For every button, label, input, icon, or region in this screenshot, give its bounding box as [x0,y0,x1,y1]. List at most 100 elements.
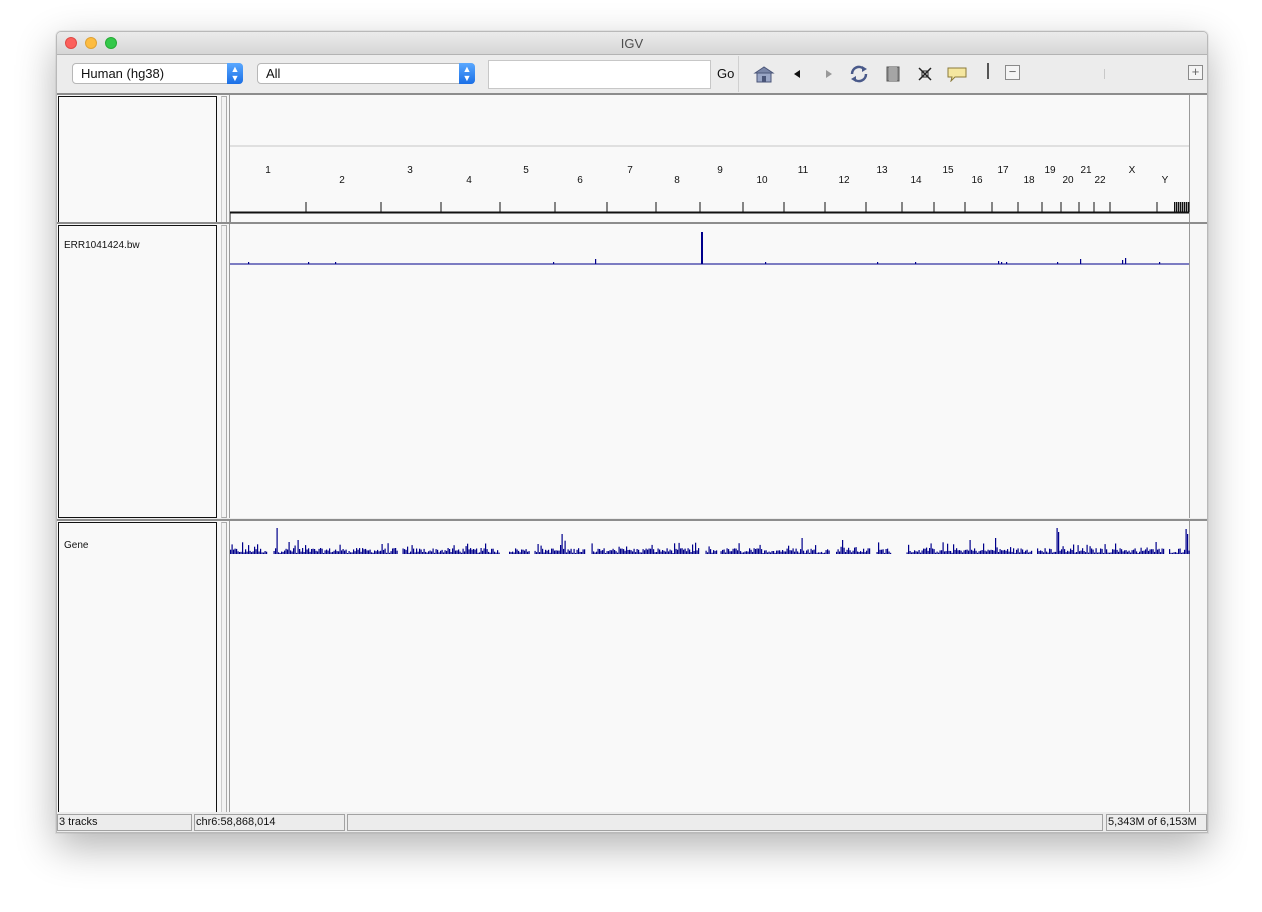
gene-density-bar [980,550,982,554]
forward-icon[interactable] [821,65,837,83]
chromosome-label-3[interactable]: 3 [407,165,413,176]
go-button[interactable]: Go [717,66,734,81]
gene-density-bar [1088,552,1090,554]
chromosome-label-22[interactable]: 22 [1094,175,1106,186]
gene-density-bar [1068,551,1070,554]
gene-density-bar [321,548,323,554]
gene-density-bar [566,552,568,554]
chromosome-label-13[interactable]: 13 [876,165,888,176]
gene-density-bar [513,552,515,554]
resize-icon[interactable] [917,65,933,83]
bigwig-track-data[interactable] [229,224,1190,518]
chromosome-label-11[interactable]: 11 [798,165,809,176]
gene-track-data[interactable] [229,521,1190,813]
gene-density-bar [1020,548,1022,554]
feature-track-panel: Gene [57,519,1207,813]
gene-density-bar [803,550,805,554]
chromosome-label-X[interactable]: X [1129,165,1136,176]
chromosome-label-7[interactable]: 7 [627,165,633,176]
chromosome-label-15[interactable]: 15 [942,165,954,176]
gene-density-bar [1118,551,1120,554]
gene-density-bar [231,544,233,554]
chromosome-label-2[interactable]: 2 [339,175,345,186]
chromosome-label-21[interactable]: 21 [1080,165,1092,176]
roi-icon[interactable] [885,65,901,83]
gene-density-bar [371,552,373,554]
gene-density-bar [323,553,325,554]
gene-density-bar [1097,552,1099,554]
gene-density-bar [677,549,679,554]
chromosome-label-Y[interactable]: Y [1162,175,1169,186]
coverage-bar [877,262,879,264]
locus-search-input[interactable] [488,60,711,89]
gene-density-bar [515,548,517,554]
chromosome-label-17[interactable]: 17 [997,165,1009,176]
gene-density-bar [1040,550,1042,554]
chromosome-label-19[interactable]: 19 [1044,165,1056,176]
track-name-box[interactable]: ERR1041424.bw [58,225,217,518]
gene-density-bar [951,552,953,554]
gene-density-bar [1134,548,1136,554]
gene-density-bar [609,550,611,554]
chromosome-label-20[interactable]: 20 [1062,175,1074,186]
gene-density-bar [941,550,943,554]
gene-density-bar [594,552,596,554]
home-icon[interactable] [752,65,776,83]
gene-density-bar [285,548,287,554]
gene-density-bar [887,548,889,554]
gene-density-bar [1148,550,1150,554]
gene-track-name-box[interactable]: Gene [58,522,217,813]
gene-density-bar [1176,552,1178,554]
toolbar-divider [738,56,739,92]
gene-density-bar [798,552,800,554]
zoom-in-icon[interactable]: + [1188,65,1203,80]
gene-density-bar [984,550,986,554]
contig-tick [1184,202,1186,212]
chromosome-label-16[interactable]: 16 [971,175,983,186]
gene-density-bar [995,538,997,554]
gene-density-bar [266,551,268,554]
status-message [347,814,1103,831]
chromosome-label-10[interactable]: 10 [756,175,768,186]
gene-density-bar [1182,552,1184,554]
chromosome-label-1[interactable]: 1 [265,165,271,176]
coverage-bar [1057,262,1059,264]
chromosome-label-12[interactable]: 12 [838,175,850,186]
gene-density-bar [632,551,634,554]
gene-density-bar [977,552,979,554]
gene-density-bar [461,552,463,554]
gene-density-bar [468,549,470,554]
chromosome-label-6[interactable]: 6 [577,175,583,186]
gene-density-bar [1187,534,1189,554]
gene-density-bar [237,551,239,554]
chromosome-label-9[interactable]: 9 [717,165,723,176]
gene-track-label: Gene [64,540,89,551]
gene-density-bar [1170,552,1172,554]
chromosome-label-8[interactable]: 8 [674,175,680,186]
gene-density-bar [777,550,779,554]
gene-density-bar [890,552,892,554]
chromosome-dropdown[interactable]: All ▲ ▼ [257,63,475,84]
gene-density-bar [1142,550,1144,554]
back-icon[interactable] [789,65,805,83]
gene-density-bar [735,548,737,554]
chromosome-ruler[interactable]: 12345678910111213141516171819202122XY [229,95,1191,223]
chromosome-label-4[interactable]: 4 [466,175,472,186]
zoom-out-icon[interactable]: − [1005,65,1020,80]
gene-density-bar [1023,552,1025,554]
chromosome-label-5[interactable]: 5 [523,165,529,176]
refresh-icon[interactable] [848,65,870,83]
gene-density-bar [281,551,283,554]
coverage-bar [1125,258,1127,264]
gene-density-bar [441,549,443,554]
gene-density-bar [552,548,554,554]
genome-dropdown[interactable]: Human (hg38) ▲ ▼ [72,63,243,84]
gene-density-bar [864,552,866,554]
chromosome-label-18[interactable]: 18 [1023,175,1035,186]
gene-density-bar [524,550,526,554]
gene-density-bar [926,547,928,554]
gene-density-bar [351,552,353,554]
gene-density-bar [525,549,527,554]
chromosome-label-14[interactable]: 14 [910,175,922,186]
popup-info-icon[interactable] [946,65,968,83]
